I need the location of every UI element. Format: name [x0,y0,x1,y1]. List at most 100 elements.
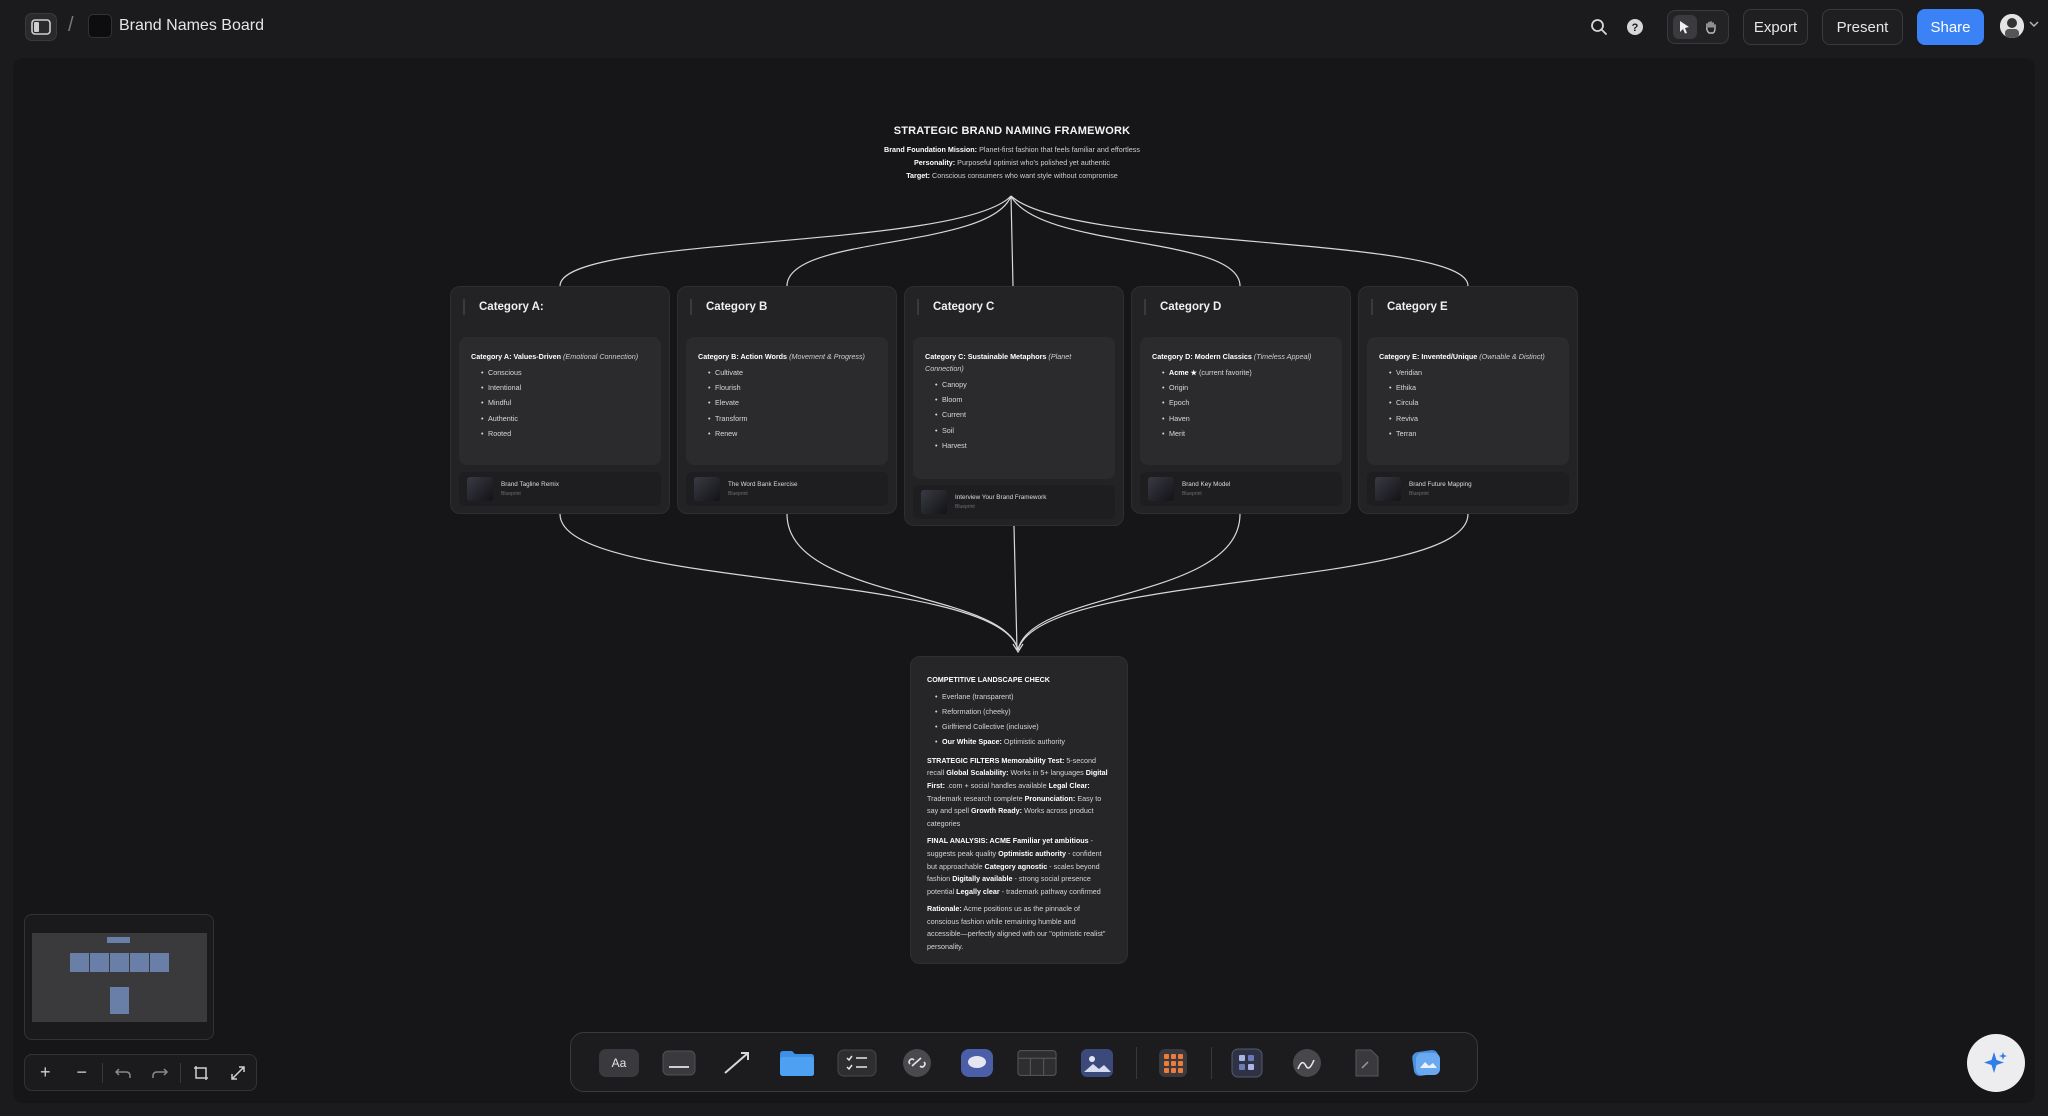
draw-tool-button[interactable] [1287,1045,1327,1081]
doc-title: The Word Bank Exercise [728,481,798,488]
ai-assistant-button[interactable] [1967,1034,2025,1092]
minimap-node [107,937,130,943]
category-a-frame[interactable]: Category A: Category A: Values-Driven (E… [450,286,670,514]
legal-text: Trademark research complete [927,793,1025,803]
category-subtitle: (Ownable & Distinct) [1479,352,1545,361]
connector-top-e [1010,195,1469,287]
list-item: Acme ★ (current favorite) [1162,367,1330,379]
list-item: Authentic [481,413,649,425]
linked-doc-card[interactable]: Brand Tagline Remix Blueprint [459,472,661,506]
doc-subtitle: Blueprint [1182,491,1202,497]
undo-button[interactable] [105,1054,142,1091]
connector-top-c [1010,195,1014,287]
checklist-tool-button[interactable] [837,1045,877,1081]
linked-doc-card[interactable]: Brand Future Mapping Blueprint [1367,472,1569,506]
minimap-node [110,953,129,972]
category-title: Category E: Invented/Unique [1379,352,1478,361]
redo-icon [152,1067,168,1078]
divider [102,1062,103,1083]
agn-label: Category agnostic [984,861,1048,871]
connector-top-a [559,195,1012,287]
file-tool-button[interactable] [1347,1045,1387,1081]
dig-label: Digitally available [952,874,1013,884]
category-subtitle: (Movement & Progress) [789,352,865,361]
expand-icon [230,1065,245,1080]
list-item: Terran [1389,428,1557,440]
category-note[interactable]: Category D: Modern Classics (Timeless Ap… [1140,337,1342,465]
doc-thumbnail [921,490,947,514]
personality-text: Purposeful optimist who's polished yet a… [957,158,1110,167]
arrow-tool-button[interactable] [717,1045,757,1081]
pron-label: Pronunciation: [1024,793,1076,803]
list-item: Ethika [1389,382,1557,394]
linked-doc-card[interactable]: The Word Bank Exercise Blueprint [686,472,888,506]
table-tool-button[interactable] [1017,1045,1057,1081]
list-item: Renew [708,428,876,440]
connector-bot-b [786,513,1019,651]
zoom-in-button[interactable]: + [27,1054,64,1091]
image-tool-button[interactable] [1077,1045,1117,1081]
rationale-label: Rationale: [927,904,962,914]
framework-body: Brand Foundation Mission: Planet-first f… [880,143,1144,182]
linked-doc-card[interactable]: Interview Your Brand Framework Blueprint [913,485,1115,519]
redo-button[interactable] [142,1054,179,1091]
crop-icon [194,1065,209,1080]
favorite-note: (current favorite) [1197,368,1252,377]
leg-label: Legally clear [956,886,1000,896]
ai-image-tool-button[interactable] [1407,1045,1447,1081]
category-title: Category A: Values-Driven [471,352,562,361]
competitive-landscape-note[interactable]: COMPETITIVE LANDSCAPE CHECK Everlane (tr… [910,656,1128,964]
target-label: Target: [906,171,931,180]
link-icon [903,1049,931,1077]
list-item: Flourish [708,382,876,394]
minimap-node [90,953,109,972]
rationale: Rationale: Acme positions us as the pinn… [927,903,1111,953]
framework-header[interactable]: STRATEGIC BRAND NAMING FRAMEWORK Brand F… [880,125,1144,182]
linked-doc-card[interactable]: Brand Key Model Blueprint [1140,472,1342,506]
comment-tool-button[interactable] [957,1045,997,1081]
component-tool-button[interactable] [1227,1045,1267,1081]
list-item: Mindful [481,397,649,409]
doc-subtitle: Blueprint [728,491,748,497]
minimap-node [110,987,129,1014]
leg-text: - trademark pathway confirmed [999,886,1101,896]
category-note[interactable]: Category E: Invented/Unique (Ownable & D… [1367,337,1569,465]
category-d-frame[interactable]: Category D Category D: Modern Classics (… [1131,286,1351,514]
foundation-label: Brand Foundation Mission: [884,145,978,154]
list-item: Intentional [481,382,649,394]
list-item: Epoch [1162,397,1330,409]
text-icon: Aa [599,1049,639,1077]
doc-title: Brand Future Mapping [1409,481,1472,488]
personality-label: Personality: [914,158,956,167]
minimap[interactable] [24,914,214,1040]
text-tool-button[interactable]: Aa [599,1045,639,1081]
image-icon [1081,1049,1113,1077]
list-item: Everlane (transparent) [935,691,1111,704]
apps-tool-button[interactable] [1153,1045,1193,1081]
link-tool-button[interactable] [897,1045,937,1081]
doc-title: Brand Tagline Remix [501,481,559,488]
list-item: Girlfriend Collective (inclusive) [935,721,1111,734]
zoom-out-button[interactable]: − [64,1054,101,1091]
list-item: Canopy [935,379,1103,391]
comment-icon [961,1049,993,1077]
category-header: Category A: [463,299,544,315]
filters-label: STRATEGIC FILTERS Memorability Test: [927,755,1065,765]
final-analysis: FINAL ANALYSIS: ACME Familiar yet ambiti… [927,835,1111,898]
creation-toolbar: Aa [570,1032,1478,1092]
category-note[interactable]: Category A: Values-Driven (Emotional Con… [459,337,661,465]
table-icon [1017,1050,1057,1076]
divider [1136,1047,1137,1079]
folder-tool-button[interactable] [777,1045,817,1081]
folder-icon [780,1051,814,1076]
mission-text: Planet-first fashion that feels familiar… [979,145,1140,154]
fullscreen-button[interactable] [219,1054,256,1091]
category-c-frame[interactable]: Category C Category C: Sustainable Metap… [904,286,1124,526]
note-tool-button[interactable] [659,1045,699,1081]
favorite-name: Acme ★ [1169,368,1198,377]
fit-to-screen-button[interactable] [183,1054,220,1091]
category-note[interactable]: Category C: Sustainable Metaphors (Plane… [913,337,1115,479]
category-b-frame[interactable]: Category B Category B: Action Words (Mov… [677,286,897,514]
category-note[interactable]: Category B: Action Words (Movement & Pro… [686,337,888,465]
category-e-frame[interactable]: Category E Category E: Invented/Unique (… [1358,286,1578,514]
